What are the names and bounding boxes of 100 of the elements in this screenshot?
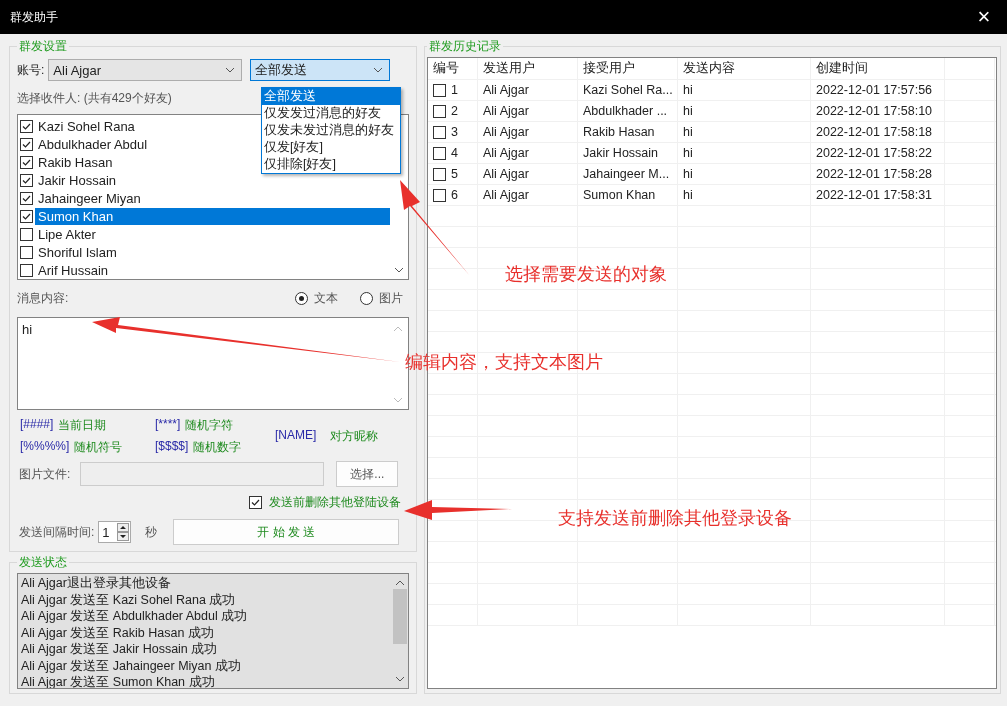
checkbox-label: 发送前删除其他登陆设备 [269,494,401,511]
table-cell: Ali Ajgar [483,125,529,139]
table-cell: 2022-12-01 17:58:22 [816,146,933,160]
table-cell: 2022-12-01 17:57:56 [816,83,933,97]
placeholder-meaning: 随机数字 [193,438,242,456]
table-cell: 4 [451,146,458,160]
recipient-item[interactable]: Sumon Khan [35,207,390,225]
table-cell: 3 [451,125,458,139]
checkbox[interactable] [433,83,446,97]
table-cell: hi [683,104,693,118]
group-title: 群发历史记录 [428,38,502,55]
status-line: Ali Ajgar 发送至 Sumon Khan 成功 [21,674,216,688]
image-file-label: 图片文件: [19,465,71,483]
checkbox[interactable] [433,188,446,202]
checkbox[interactable] [433,125,446,139]
interval-spinner[interactable]: 1 [98,521,132,543]
recipient-item[interactable]: Arif Hussain [35,261,390,279]
status-line: Ali Ajgar 发送至 Rakib Hasan 成功 [21,624,215,641]
column-header[interactable]: 发送用户 [478,58,578,79]
menu-item[interactable]: 仅发[好友] [262,139,400,156]
table-cell: 2022-12-01 17:58:31 [816,188,933,202]
table-cell: 1 [451,83,458,97]
column-header[interactable]: 创建时间 [811,58,945,79]
checkbox[interactable] [20,119,33,133]
checkbox[interactable] [20,245,33,259]
table-cell: Abdulkhader ... [583,104,668,118]
status-line: Ali Ajgar 发送至 Kazi Sohel Rana 成功 [21,591,237,608]
column-header[interactable]: 编号 [428,58,478,79]
table-cell: 5 [451,167,458,181]
recipient-item[interactable]: Shoriful Islam [35,243,390,261]
interval-label: 发送间隔时间: [19,523,95,541]
column-header[interactable]: 接受用户 [578,58,678,79]
status-line: Ali Ajgar 发送至 Jahaingeer Miyan 成功 [21,657,242,674]
radio-label: 图片 [379,290,403,307]
table-cell: Sumon Khan [583,188,656,202]
account-label: 账号: [17,61,45,79]
checkbox[interactable] [433,167,446,181]
recipients-label: 选择收件人: (共有429个好友) [17,90,172,107]
table-cell: Ali Ajgar [483,146,529,160]
table-cell: Kazi Sohel Ra... [583,83,673,97]
radio-button[interactable] [295,292,308,305]
placeholder-code: [****] [155,416,181,433]
checkbox[interactable] [20,191,33,205]
scroll-down-icon[interactable] [395,676,405,682]
spinner-arrows-icon[interactable] [117,523,130,541]
radio-label: 文本 [314,290,338,307]
menu-item[interactable]: 仅排除[好友] [262,156,400,173]
radio-button[interactable] [360,292,373,305]
table-cell: Jakir Hossain [583,146,659,160]
table-cell: Jahaingeer M... [583,167,670,181]
recipient-item[interactable]: Jahaingeer Miyan [35,189,390,207]
table-cell: Ali Ajgar [483,167,529,181]
table-cell: 2022-12-01 17:58:10 [816,104,933,118]
close-button[interactable]: × [961,0,1007,34]
scrollbar-thumb[interactable] [393,588,407,644]
scroll-down-icon[interactable] [394,267,404,273]
checkbox[interactable] [20,137,33,151]
placeholder-code: [NAME] [275,427,317,444]
table-cell: Ali Ajgar [483,83,529,97]
group-title: 发送状态 [18,554,68,571]
annotation-text: 支持发送前删除其他登录设备 [558,507,792,530]
placeholder-meaning: 随机字符 [185,416,234,434]
checkbox[interactable] [20,173,33,187]
table-cell: hi [683,188,693,202]
checkbox[interactable] [20,209,33,223]
scroll-up-icon[interactable] [395,580,405,586]
seconds-label: 秒 [145,523,158,541]
choose-button[interactable]: 选择... [336,461,399,487]
checkbox[interactable] [20,263,33,277]
recipient-item[interactable]: Jakir Hossain [35,171,390,189]
checkbox[interactable] [20,227,33,241]
message-label: 消息内容: [17,290,69,307]
window-title: 群发助手 [10,8,58,26]
table-cell: hi [683,125,693,139]
table-cell: Rakib Hasan [583,125,655,139]
checkbox[interactable] [433,104,446,118]
status-line: Ali Ajgar 发送至 Abdulkhader Abdul 成功 [21,608,249,625]
chevron-icon [225,67,236,73]
menu-item[interactable]: 仅发未发过消息的好友 [262,122,400,139]
chevron-icon [373,67,384,73]
checkbox[interactable] [433,146,446,160]
table-cell: hi [683,83,693,97]
checkbox[interactable] [20,155,33,169]
menu-item[interactable]: 仅发发过消息的好友 [262,105,400,122]
filter-dropdown[interactable]: 全部发送 [250,59,391,81]
table-cell: Ali Ajgar [483,188,529,202]
checkbox[interactable] [249,496,262,509]
column-header[interactable]: 发送内容 [678,58,811,79]
table-cell: hi [683,146,693,160]
menu-item[interactable]: 全部发送 [262,88,400,105]
placeholder-code: [####] [20,416,54,433]
table-cell: 6 [451,188,458,202]
account-dropdown[interactable]: Ali Ajgar [48,59,243,81]
table-cell: 2 [451,104,458,118]
placeholder-meaning: 随机符号 [74,438,123,456]
recipient-item[interactable]: Lipe Akter [35,225,390,243]
table-cell: hi [683,167,693,181]
table-cell: 2022-12-01 17:58:28 [816,167,933,181]
start-button[interactable]: 开 始 发 送 [173,519,400,545]
image-file-field[interactable] [80,462,325,486]
